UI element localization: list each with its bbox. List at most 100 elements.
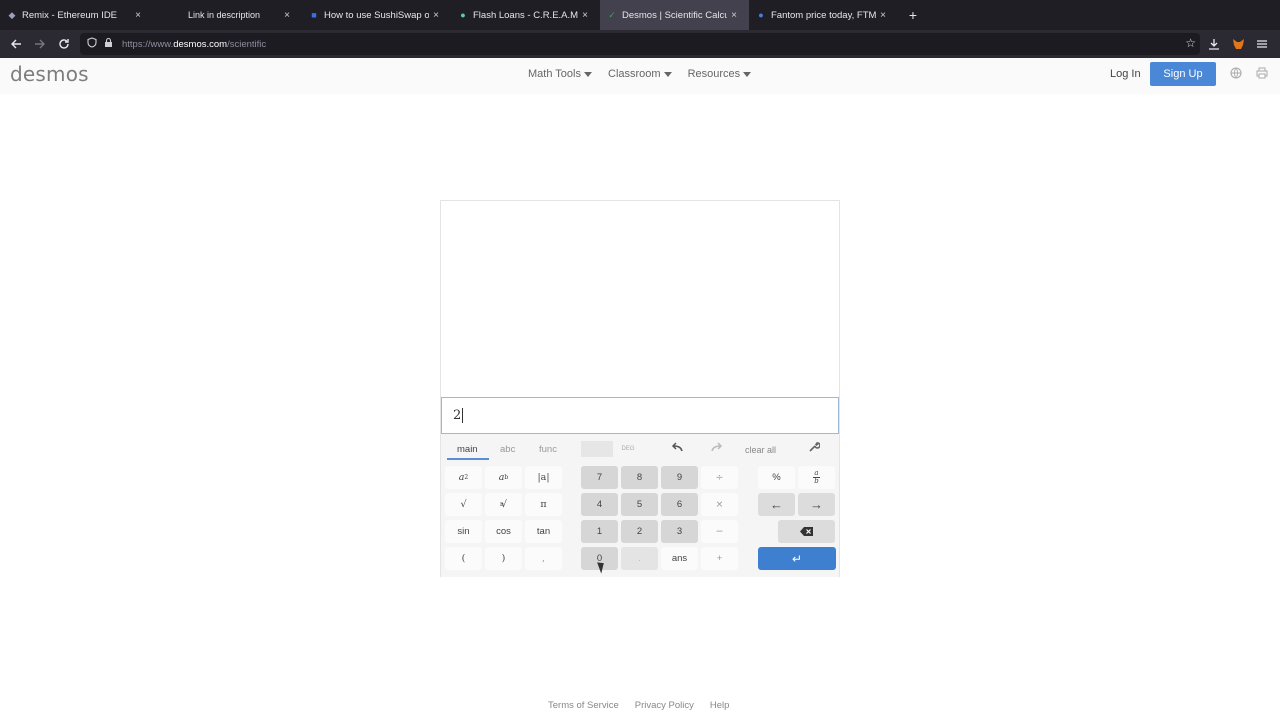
key-cursor-right[interactable]: → xyxy=(798,493,835,516)
browser-tab-fantom[interactable]: ● Fantom price today, FTM t × xyxy=(749,0,898,30)
key-enter[interactable]: ↵ xyxy=(758,547,836,570)
shield-icon[interactable] xyxy=(84,37,100,51)
rad-deg-toggle[interactable]: DEG xyxy=(581,441,643,457)
tab-title: Remix - Ethereum IDE xyxy=(22,9,118,21)
calculation-history-area xyxy=(441,201,839,397)
key-6[interactable]: 6 xyxy=(661,493,698,516)
back-button[interactable] xyxy=(4,32,28,56)
close-icon[interactable]: × xyxy=(131,10,145,21)
menu-label: Classroom xyxy=(608,68,661,80)
sushiswap-icon: ■ xyxy=(311,10,317,20)
close-icon[interactable]: × xyxy=(429,10,443,21)
key-nth-root[interactable]: n √ xyxy=(485,493,522,516)
reload-button[interactable] xyxy=(52,32,76,56)
tab-func[interactable]: func xyxy=(539,444,557,455)
menu-math-tools[interactable]: Math Tools xyxy=(528,68,592,80)
desmos-logo[interactable]: desmos xyxy=(10,62,89,86)
key-cos[interactable]: cos xyxy=(485,520,522,543)
key-percent[interactable]: % xyxy=(758,466,795,489)
key-7[interactable]: 7 xyxy=(581,466,618,489)
signup-button[interactable]: Sign Up xyxy=(1150,62,1216,86)
wrench-icon[interactable] xyxy=(808,441,821,456)
browser-tab-sushiswap[interactable]: ■ How to use SushiSwap on i × xyxy=(302,0,451,30)
browser-tab-cream[interactable]: ● Flash Loans - C.R.E.A.M. Fi × xyxy=(451,0,600,30)
key-cursor-left[interactable]: ← xyxy=(758,493,795,516)
key-minus[interactable]: − xyxy=(701,520,738,543)
expression-text: 2 xyxy=(453,408,464,423)
main-menu: Math Tools Classroom Resources xyxy=(528,68,752,80)
clear-all-button[interactable]: clear all xyxy=(745,445,776,455)
caret-down-icon xyxy=(743,71,752,77)
globe-icon[interactable] xyxy=(1229,67,1243,81)
downloads-button[interactable] xyxy=(1202,32,1226,56)
menu-button[interactable] xyxy=(1250,32,1274,56)
text-cursor xyxy=(462,408,464,423)
key-9[interactable]: 9 xyxy=(661,466,698,489)
deg-option[interactable]: DEG xyxy=(613,441,643,457)
menu-resources[interactable]: Resources xyxy=(688,68,752,80)
undo-icon[interactable] xyxy=(670,442,684,455)
key-abs[interactable]: |a| xyxy=(525,466,562,489)
url-text[interactable]: https://www.desmos.com/scientific xyxy=(122,39,266,50)
key-8[interactable]: 8 xyxy=(621,466,658,489)
browser-tab-remix[interactable]: ◆ Remix - Ethereum IDE × xyxy=(0,0,153,30)
close-icon[interactable]: × xyxy=(280,10,294,21)
url-bar[interactable]: https://www.desmos.com/scientific ☆ xyxy=(80,33,1200,55)
key-decimal[interactable]: . xyxy=(621,547,658,570)
metamask-extension-button[interactable] xyxy=(1226,32,1250,56)
rad-option[interactable] xyxy=(581,441,613,457)
key-sqrt[interactable]: √ xyxy=(445,493,482,516)
key-divide[interactable]: ÷ xyxy=(701,466,738,489)
scientific-calculator: 2 main abc func DEG clear all a2 ab |a| … xyxy=(440,200,840,577)
tab-main[interactable]: main xyxy=(457,444,478,455)
tab-title: Fantom price today, FTM t xyxy=(771,9,876,21)
key-tan[interactable]: tan xyxy=(525,520,562,543)
site-footer: Terms of Service Privacy Policy Help xyxy=(548,700,729,711)
remix-icon: ◆ xyxy=(8,10,16,20)
toolbar-right xyxy=(1202,32,1274,56)
tab-abc[interactable]: abc xyxy=(500,444,515,455)
key-5[interactable]: 5 xyxy=(621,493,658,516)
browser-tab-desmos[interactable]: ✓ Desmos | Scientific Calcu × xyxy=(600,0,749,30)
key-a-squared[interactable]: a2 xyxy=(445,466,482,489)
fraction-denominator: b xyxy=(814,477,819,485)
key-a-power-b[interactable]: ab xyxy=(485,466,522,489)
help-link[interactable]: Help xyxy=(710,700,730,711)
close-icon[interactable]: × xyxy=(727,10,741,21)
menu-classroom[interactable]: Classroom xyxy=(608,68,672,80)
new-tab-button[interactable]: + xyxy=(902,0,924,30)
tab-title: Desmos | Scientific Calcu xyxy=(622,9,727,21)
active-tab-underline xyxy=(447,458,489,460)
close-icon[interactable]: × xyxy=(578,10,592,21)
key-3[interactable]: 3 xyxy=(661,520,698,543)
terms-of-service-link[interactable]: Terms of Service xyxy=(548,700,619,711)
key-fraction[interactable]: ab xyxy=(798,466,835,489)
login-link[interactable]: Log In xyxy=(1110,68,1141,80)
key-2[interactable]: 2 xyxy=(621,520,658,543)
lock-icon[interactable] xyxy=(100,37,116,51)
key-backspace[interactable] xyxy=(778,520,835,543)
key-1[interactable]: 1 xyxy=(581,520,618,543)
key-pi[interactable]: π xyxy=(525,493,562,516)
coingecko-icon: ● xyxy=(758,10,764,20)
bookmark-star-icon[interactable]: ☆ xyxy=(1185,36,1196,50)
redo-icon[interactable] xyxy=(710,442,724,455)
browser-nav-bar: https://www.desmos.com/scientific ☆ xyxy=(0,30,1280,58)
key-left-paren[interactable]: ( xyxy=(445,547,482,570)
site-header: desmos Math Tools Classroom Resources Lo… xyxy=(0,58,1280,94)
key-plus[interactable]: + xyxy=(701,547,738,570)
key-comma[interactable]: , xyxy=(525,547,562,570)
key-ans[interactable]: ans xyxy=(661,547,698,570)
key-sin[interactable]: sin xyxy=(445,520,482,543)
key-4[interactable]: 4 xyxy=(581,493,618,516)
print-icon[interactable] xyxy=(1255,67,1269,81)
forward-button[interactable] xyxy=(28,32,52,56)
key-right-paren[interactable]: ) xyxy=(485,547,522,570)
arrow-right-icon xyxy=(35,39,45,49)
privacy-policy-link[interactable]: Privacy Policy xyxy=(635,700,694,711)
expression-input[interactable]: 2 xyxy=(441,397,839,434)
key-multiply[interactable]: × xyxy=(701,493,738,516)
close-icon[interactable]: × xyxy=(876,10,890,21)
hamburger-icon xyxy=(1257,40,1267,48)
browser-tab-link-in-description[interactable]: Link in description × xyxy=(153,0,302,30)
